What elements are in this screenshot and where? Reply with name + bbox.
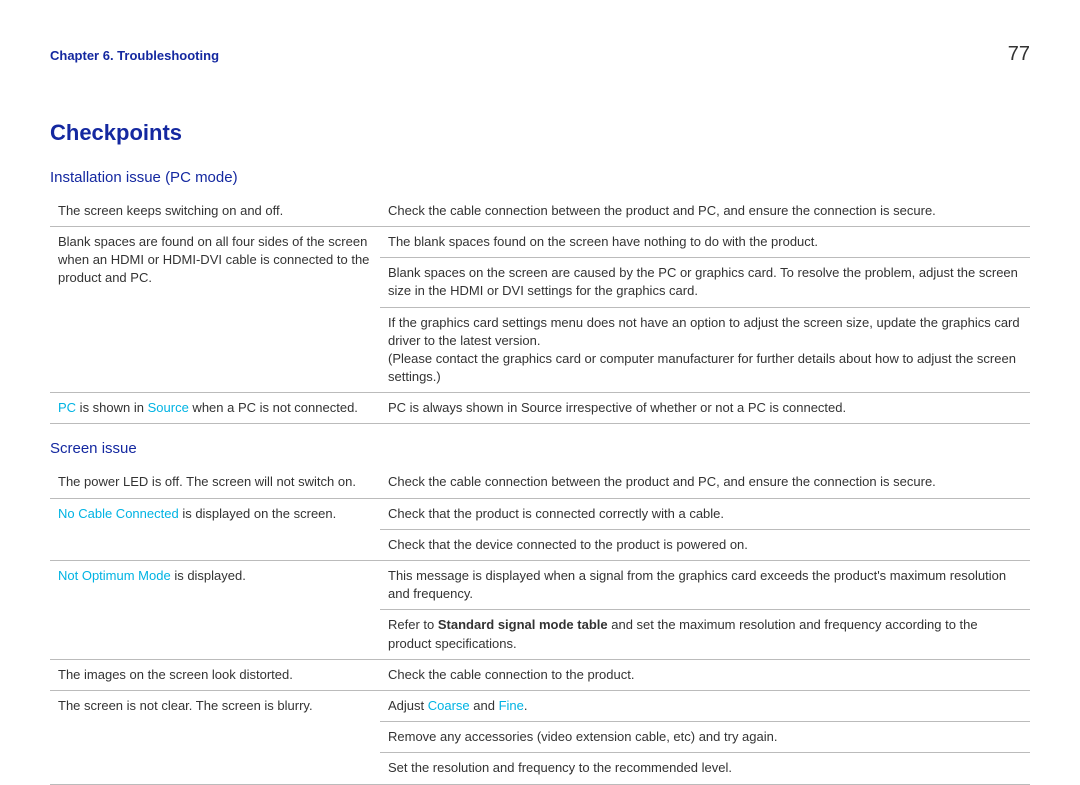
solution-cell: Check the cable connection between the p… xyxy=(380,196,1030,227)
table-row: Blank spaces are found on all four sides… xyxy=(50,226,1030,257)
page-number: 77 xyxy=(1008,40,1030,68)
issue-cell: Blank spaces are found on all four sides… xyxy=(50,226,380,392)
solution-cell: The blank spaces found on the screen hav… xyxy=(380,226,1030,257)
issue-cell: The images on the screen look distorted. xyxy=(50,659,380,690)
table-row: Not Optimum Mode is displayed.This messa… xyxy=(50,561,1030,610)
solution-cell: Check that the device connected to the p… xyxy=(380,529,1030,560)
issue-cell: Not Optimum Mode is displayed. xyxy=(50,561,380,660)
table-row: No Cable Connected is displayed on the s… xyxy=(50,498,1030,529)
issue-cell: The screen keeps switching on and off. xyxy=(50,196,380,227)
issue-cell: No Cable Connected is displayed on the s… xyxy=(50,498,380,560)
table-row: The screen keeps switching on and off.Ch… xyxy=(50,196,1030,227)
solution-cell: Set the resolution and frequency to the … xyxy=(380,753,1030,784)
table-row: The power LED is off. The screen will no… xyxy=(50,467,1030,498)
solution-cell: Adjust Coarse and Fine. xyxy=(380,690,1030,721)
table-row: The images on the screen look distorted.… xyxy=(50,659,1030,690)
section-heading: Screen issue xyxy=(50,438,1030,459)
troubleshoot-table: The power LED is off. The screen will no… xyxy=(50,467,1030,784)
page-title: Checkpoints xyxy=(50,118,1030,149)
solution-cell: Check the cable connection between the p… xyxy=(380,467,1030,498)
chapter-label: Chapter 6. Troubleshooting xyxy=(50,47,219,65)
issue-cell: The power LED is off. The screen will no… xyxy=(50,467,380,498)
table-row: PC is shown in Source when a PC is not c… xyxy=(50,393,1030,424)
solution-cell: If the graphics card settings menu does … xyxy=(380,307,1030,393)
solution-cell: PC is always shown in Source irrespectiv… xyxy=(380,393,1030,424)
solution-cell: This message is displayed when a signal … xyxy=(380,561,1030,610)
content-area: Installation issue (PC mode) The screen k… xyxy=(50,167,1030,785)
section-heading: Installation issue (PC mode) xyxy=(50,167,1030,188)
solution-cell: Blank spaces on the screen are caused by… xyxy=(380,258,1030,307)
table-row: The screen is not clear. The screen is b… xyxy=(50,690,1030,721)
solution-cell: Check that the product is connected corr… xyxy=(380,498,1030,529)
solution-cell: Remove any accessories (video extension … xyxy=(380,722,1030,753)
solution-cell: Refer to Standard signal mode table and … xyxy=(380,610,1030,659)
issue-cell: PC is shown in Source when a PC is not c… xyxy=(50,393,380,424)
page-header: Chapter 6. Troubleshooting 77 xyxy=(50,40,1030,68)
solution-cell: Check the cable connection to the produc… xyxy=(380,659,1030,690)
troubleshoot-table: The screen keeps switching on and off.Ch… xyxy=(50,196,1030,425)
issue-cell: The screen is not clear. The screen is b… xyxy=(50,690,380,784)
